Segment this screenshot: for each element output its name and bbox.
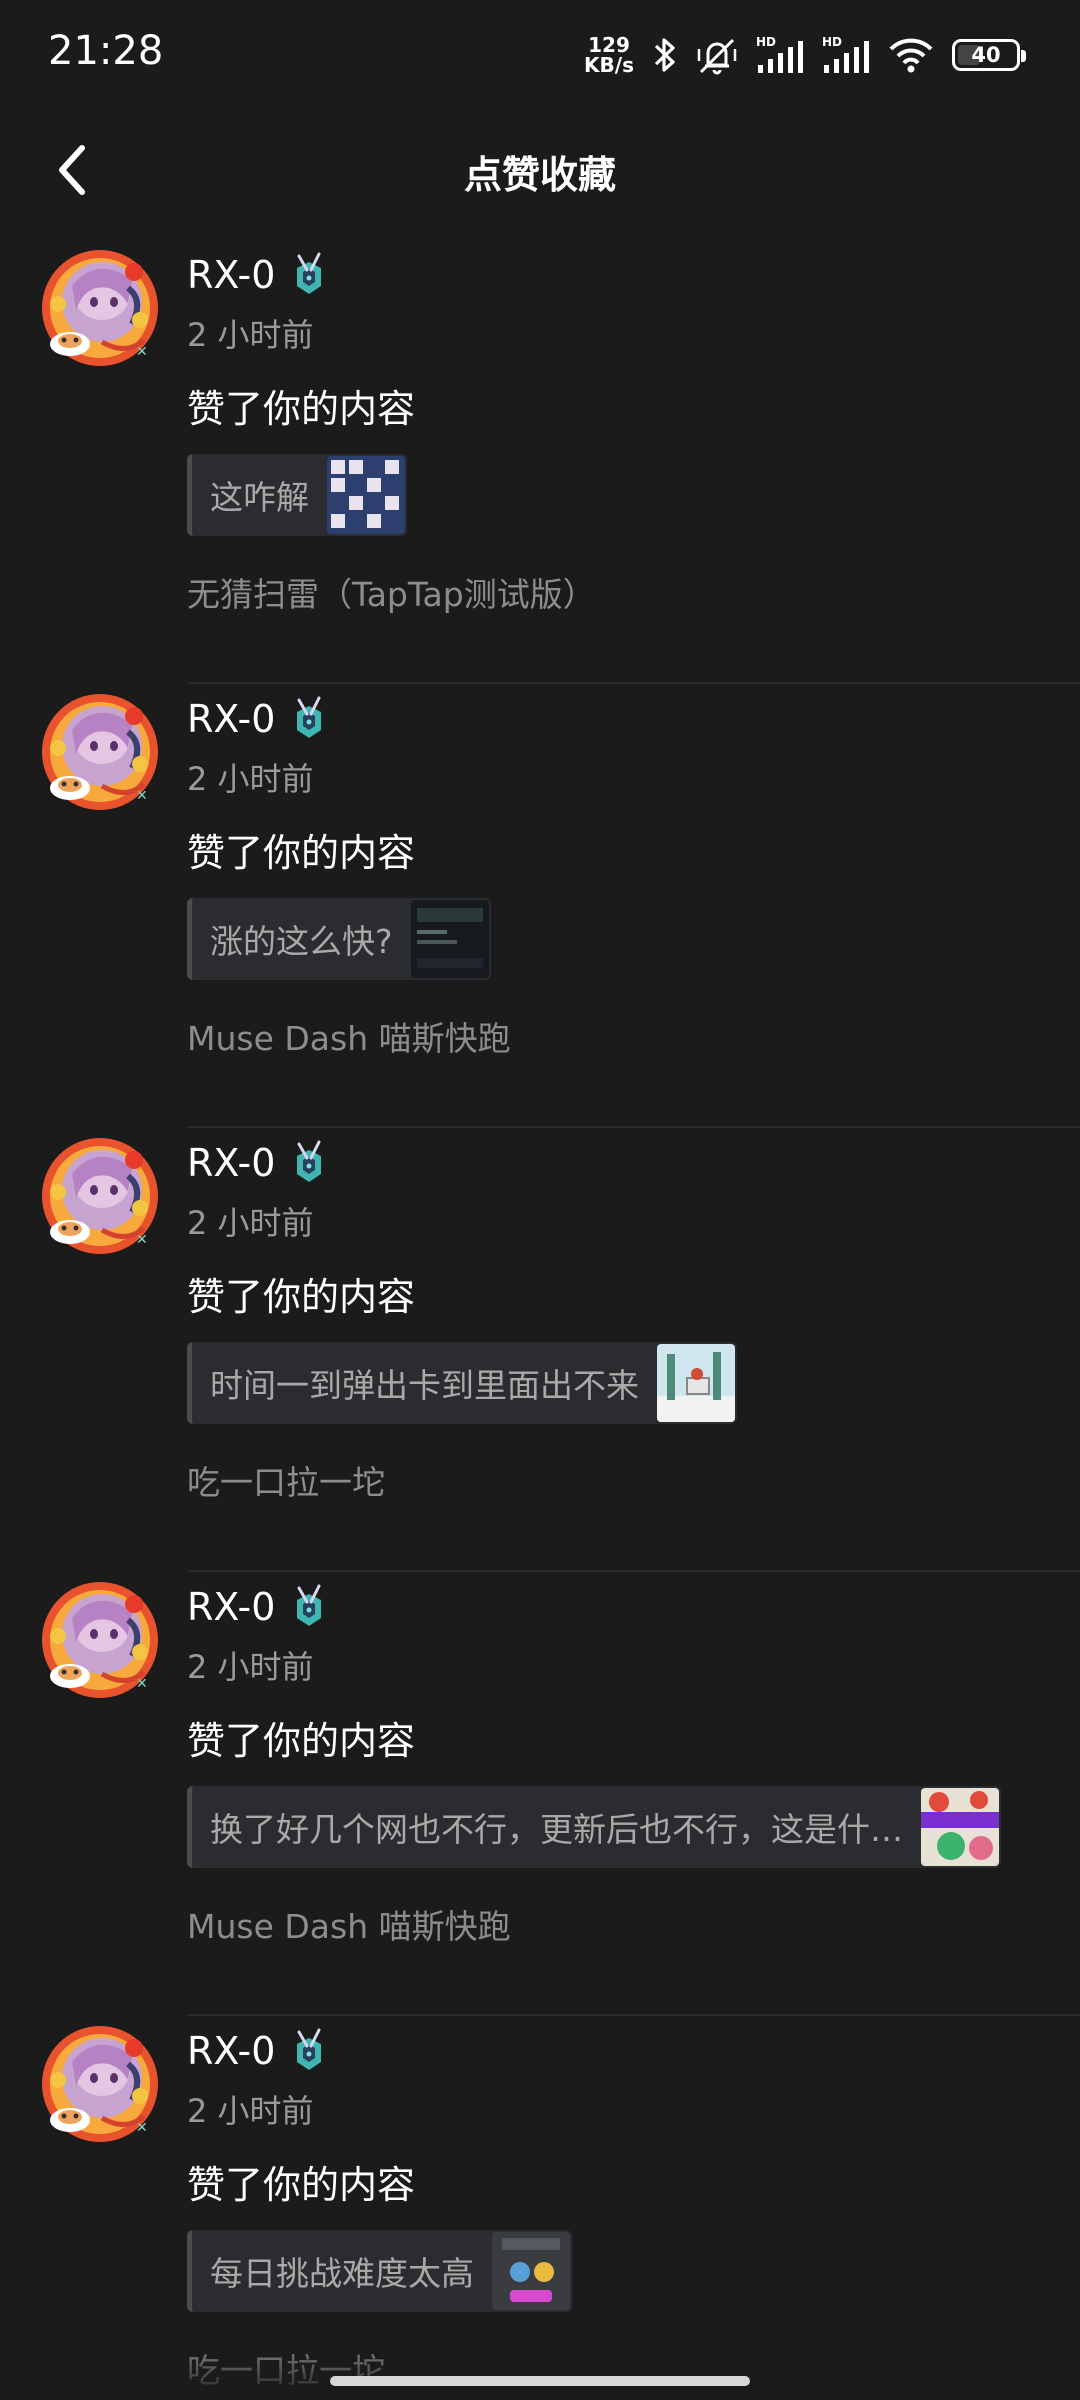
username-row: RX-0	[187, 2028, 329, 2074]
page-header: 点赞收藏	[0, 120, 1080, 220]
quoted-post[interactable]: 这咋解	[187, 454, 407, 536]
game-name[interactable]: Muse Dash 喵斯快跑	[187, 1900, 511, 1948]
status-time: 21:28	[48, 28, 164, 74]
list-item[interactable]: ✕ RX-0 2 小时前 赞了你的内容 这咋解 无猜扫雷（TapTap测试版）	[0, 240, 1080, 684]
network-speed-value: 129	[588, 33, 630, 57]
svg-text:✕: ✕	[136, 1232, 148, 1248]
quoted-post[interactable]: 涨的这么快?	[187, 898, 491, 980]
avatar-image: ✕	[42, 2026, 158, 2142]
game-name[interactable]: 无猜扫雷（TapTap测试版）	[187, 568, 596, 616]
like-action-text: 赞了你的内容	[187, 1719, 416, 1763]
quoted-post-text: 时间一到弹出卡到里面出不来	[210, 1366, 639, 1405]
post-thumbnail	[327, 456, 405, 534]
home-indicator[interactable]	[330, 2376, 750, 2386]
post-thumbnail	[921, 1788, 999, 1866]
avatar[interactable]: ✕	[36, 688, 164, 816]
game-name[interactable]: Muse Dash 喵斯快跑	[187, 1012, 511, 1060]
list-item[interactable]: ✕ RX-0 2 小时前 赞了你的内容 换了好几个网也不行，更新后也不行，这是什…	[0, 1572, 1080, 2016]
avatar-image: ✕	[42, 1138, 158, 1254]
like-action-text: 赞了你的内容	[187, 1275, 416, 1319]
post-thumbnail	[492, 2232, 570, 2310]
timestamp: 2 小时前	[187, 2092, 314, 2130]
bluetooth-icon	[654, 38, 675, 72]
timestamp: 2 小时前	[187, 316, 314, 354]
timestamp: 2 小时前	[187, 760, 314, 798]
username[interactable]: RX-0	[187, 1585, 275, 1629]
list-item[interactable]: ✕ RX-0 2 小时前 赞了你的内容 涨的这么快? Muse Dash 喵斯快…	[0, 684, 1080, 1128]
timestamp: 2 小时前	[187, 1648, 314, 1686]
username[interactable]: RX-0	[187, 1141, 275, 1185]
avatar-image: ✕	[42, 694, 158, 810]
username[interactable]: RX-0	[187, 697, 275, 741]
quoted-post-text: 每日挑战难度太高	[210, 2254, 474, 2293]
like-action-text: 赞了你的内容	[187, 831, 416, 875]
quoted-post-text: 这咋解	[210, 478, 309, 517]
likes-feed: ✕ RX-0 2 小时前 赞了你的内容 这咋解 无猜扫雷（TapTap测试版）	[0, 240, 1080, 2400]
post-thumbnail	[657, 1344, 735, 1422]
user-badge-icon	[297, 1140, 322, 1182]
bottom-fade	[0, 2340, 1080, 2400]
quoted-post-text: 换了好几个网也不行，更新后也不行，这是什…	[210, 1810, 903, 1849]
user-badge-icon	[297, 252, 322, 294]
avatar[interactable]: ✕	[36, 1576, 164, 1704]
like-action-text: 赞了你的内容	[187, 2163, 416, 2207]
network-speed-unit: KB/s	[584, 53, 634, 77]
wifi-icon	[889, 38, 933, 73]
user-badge-icon	[297, 2028, 322, 2070]
svg-text:✕: ✕	[136, 344, 148, 360]
svg-text:✕: ✕	[136, 1676, 148, 1692]
timestamp: 2 小时前	[187, 1204, 314, 1242]
network-speed: 129 KB/s	[584, 35, 634, 75]
list-item[interactable]: ✕ RX-0 2 小时前 赞了你的内容 时间一到弹出卡到里面出不来 吃一口拉一坨	[0, 1128, 1080, 1572]
status-icons: 129 KB/s HD HD 40	[584, 30, 1026, 80]
svg-text:✕: ✕	[136, 788, 148, 804]
avatar-image: ✕	[42, 250, 158, 366]
quoted-post[interactable]: 换了好几个网也不行，更新后也不行，这是什…	[187, 1786, 1001, 1868]
game-name[interactable]: 吃一口拉一坨	[187, 1456, 385, 1504]
post-thumbnail	[410, 900, 489, 978]
username-row: RX-0	[187, 1140, 329, 1186]
svg-text:HD: HD	[756, 35, 776, 49]
quoted-post-text: 涨的这么快?	[210, 922, 393, 961]
avatar[interactable]: ✕	[36, 244, 164, 372]
avatar[interactable]: ✕	[36, 2020, 164, 2148]
status-bar: 21:28 129 KB/s HD HD 40	[0, 0, 1080, 110]
svg-text:✕: ✕	[136, 2120, 148, 2136]
username[interactable]: RX-0	[187, 2029, 275, 2073]
mute-vibrate-icon	[697, 38, 737, 75]
hd-signal-icon: HD	[756, 35, 803, 73]
username[interactable]: RX-0	[187, 253, 275, 297]
quoted-post[interactable]: 时间一到弹出卡到里面出不来	[187, 1342, 737, 1424]
username-row: RX-0	[187, 696, 329, 742]
avatar[interactable]: ✕	[36, 1132, 164, 1260]
quoted-post[interactable]: 每日挑战难度太高	[187, 2230, 572, 2312]
username-row: RX-0	[187, 1584, 329, 1630]
like-action-text: 赞了你的内容	[187, 387, 416, 431]
user-badge-icon	[297, 696, 322, 738]
username-row: RX-0	[187, 252, 329, 298]
page-title: 点赞收藏	[463, 153, 616, 197]
battery-icon: 40	[952, 39, 1026, 71]
user-badge-icon	[297, 1584, 322, 1626]
hd-signal-icon: HD	[822, 35, 869, 73]
battery-level-fill	[958, 45, 981, 65]
svg-text:HD: HD	[822, 35, 842, 49]
avatar-image: ✕	[42, 1582, 158, 1698]
